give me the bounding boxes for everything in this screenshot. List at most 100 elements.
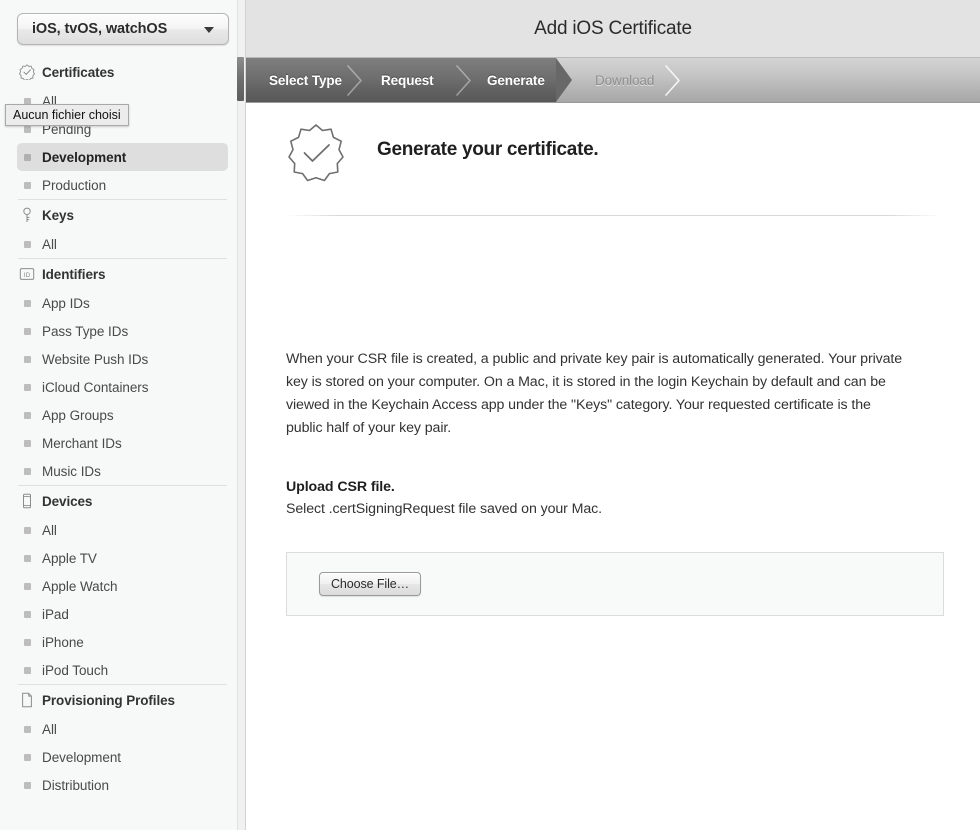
sidebar-item-label: Apple Watch (42, 578, 118, 594)
sidebar-section-provisioning-profiles: Provisioning Profiles All Development Distr… (0, 684, 245, 799)
sidebar-item-provisioning-profiles-distribution[interactable]: Distribution (17, 771, 228, 799)
bullet-icon (24, 126, 31, 133)
bullet-icon (24, 527, 31, 534)
hero-section: Generate your certificate. (246, 103, 980, 199)
sidebar-item-identifiers-website-push-ids[interactable]: Website Push IDs (17, 345, 228, 373)
sidebar-section-header-identifiers: ID Identifiers (0, 259, 245, 289)
sidebar-item-identifiers-app-groups[interactable]: App Groups (17, 401, 228, 429)
sidebar-item-label: Apple TV (42, 550, 97, 566)
sidebar-item-identifiers-merchant-ids[interactable]: Merchant IDs (17, 429, 228, 457)
sidebar-section-devices: Devices All Apple TV Apple Watch iPad iPhone i… (0, 485, 245, 684)
sidebar-item-identifiers-pass-type-ids[interactable]: Pass Type IDs (17, 317, 228, 345)
certificate-badge-icon (18, 63, 36, 81)
sidebar-item-identifiers-icloud-containers[interactable]: iCloud Containers (17, 373, 228, 401)
sidebar-item-devices-ipad[interactable]: iPad (17, 600, 228, 628)
file-status-tooltip: Aucun fichier choisi (5, 104, 129, 126)
bullet-icon (24, 611, 31, 618)
bullet-icon (24, 328, 31, 335)
sidebar-section-keys: Keys All (0, 199, 245, 258)
sidebar-section-title: Devices (42, 493, 93, 509)
sidebar-item-devices-apple-watch[interactable]: Apple Watch (17, 572, 228, 600)
sidebar-section-title: Certificates (42, 64, 115, 80)
sidebar-scrollbar-thumb[interactable] (237, 57, 244, 101)
sidebar-section-header-devices: Devices (0, 486, 245, 516)
step-progress-bar: Select Type Request Generate Download (246, 58, 980, 103)
upload-title: Upload CSR file. (286, 479, 395, 495)
step-download[interactable]: Download (595, 58, 654, 102)
main-panel: Add iOS Certificate Select Type Request Ge… (246, 0, 980, 830)
sidebar-item-label: Merchant IDs (42, 435, 122, 451)
bullet-icon (24, 300, 31, 307)
bullet-icon (24, 468, 31, 475)
bullet-icon (24, 241, 31, 248)
sidebar-item-label: Pass Type IDs (42, 323, 129, 339)
sidebar-item-devices-all[interactable]: All (17, 516, 228, 544)
sidebar-item-label: App IDs (42, 295, 90, 311)
step-request[interactable]: Request (381, 58, 434, 102)
sidebar-nav: Certificates All Pending Development Product… (0, 57, 245, 830)
step-separator-chevron-icon (456, 65, 472, 96)
bullet-icon (24, 667, 31, 674)
step-separator-chevron-icon (665, 65, 681, 96)
bullet-icon (24, 412, 31, 419)
body-copy: When your CSR file is created, a public … (286, 351, 903, 436)
sidebar-item-label: iPad (42, 606, 69, 622)
device-icon (18, 492, 36, 510)
sidebar-item-label: Distribution (42, 777, 109, 793)
sidebar-item-label: iPhone (42, 634, 84, 650)
page-title: Add iOS Certificate (534, 18, 692, 39)
sidebar-item-label: All (42, 721, 57, 737)
sidebar-section-header-keys: Keys (0, 200, 245, 230)
sidebar-item-provisioning-profiles-all[interactable]: All (17, 715, 228, 743)
sidebar-section-title: Identifiers (42, 266, 106, 282)
bullet-icon (24, 154, 31, 161)
sidebar-item-label: Music IDs (42, 463, 101, 479)
sidebar-item-identifiers-music-ids[interactable]: Music IDs (17, 457, 228, 485)
bullet-icon (24, 182, 31, 189)
sidebar-section-title: Keys (42, 207, 74, 223)
bullet-icon (24, 583, 31, 590)
sidebar-item-label: All (42, 236, 57, 252)
bullet-icon (24, 782, 31, 789)
chevron-down-icon (204, 27, 214, 33)
sidebar-item-devices-ipod-touch[interactable]: iPod Touch (17, 656, 228, 684)
sidebar-item-devices-iphone[interactable]: iPhone (17, 628, 228, 656)
step-separator-chevron-icon (347, 65, 363, 96)
id-badge-icon: ID (18, 265, 36, 283)
sidebar: iOS, tvOS, watchOS Certificates All Pendin… (0, 0, 246, 830)
sidebar-item-certificates-production[interactable]: Production (17, 171, 228, 199)
sidebar-item-label: iCloud Containers (42, 379, 149, 395)
sidebar-item-label: Development (42, 149, 127, 165)
step-generate[interactable]: Generate (487, 58, 545, 102)
sidebar-item-label: iPod Touch (42, 662, 109, 678)
sidebar-item-devices-apple-tv[interactable]: Apple TV (17, 544, 228, 572)
file-upload-dropzone[interactable]: Choose File… (286, 552, 944, 616)
bullet-icon (24, 639, 31, 646)
bullet-icon (24, 726, 31, 733)
step-select-type[interactable]: Select Type (269, 58, 342, 102)
upload-subtitle: Select .certSigningRequest file saved on… (286, 501, 602, 517)
bullet-icon (24, 555, 31, 562)
certificate-check-badge-icon (286, 123, 346, 183)
platform-select-value: iOS, tvOS, watchOS (32, 21, 168, 37)
sidebar-item-identifiers-app-ids[interactable]: App IDs (17, 289, 228, 317)
sidebar-item-provisioning-profiles-development[interactable]: Development (17, 743, 228, 771)
sidebar-section-certificates: Certificates All Pending Development Product… (0, 57, 245, 199)
sidebar-item-label: App Groups (42, 407, 114, 423)
bullet-icon (24, 384, 31, 391)
sidebar-section-header-certificates: Certificates (0, 57, 245, 87)
choose-file-button[interactable]: Choose File… (319, 572, 421, 596)
sidebar-scrollbar-track[interactable] (237, 0, 245, 830)
bullet-icon (24, 440, 31, 447)
main-header: Add iOS Certificate (246, 0, 980, 58)
sidebar-item-label: Development (42, 749, 121, 765)
sidebar-item-certificates-development[interactable]: Development (17, 143, 228, 171)
document-icon (18, 691, 36, 709)
key-icon (18, 206, 36, 224)
upload-section: Upload CSR file. Select .certSigningRequ… (286, 476, 911, 521)
sidebar-item-label: All (42, 522, 57, 538)
platform-select-dropdown[interactable]: iOS, tvOS, watchOS (17, 13, 229, 45)
sidebar-item-keys-all[interactable]: All (17, 230, 228, 258)
sidebar-section-identifiers: ID Identifiers App IDs Pass Type IDs Website… (0, 258, 245, 485)
sidebar-section-title: Provisioning Profiles (42, 692, 175, 708)
